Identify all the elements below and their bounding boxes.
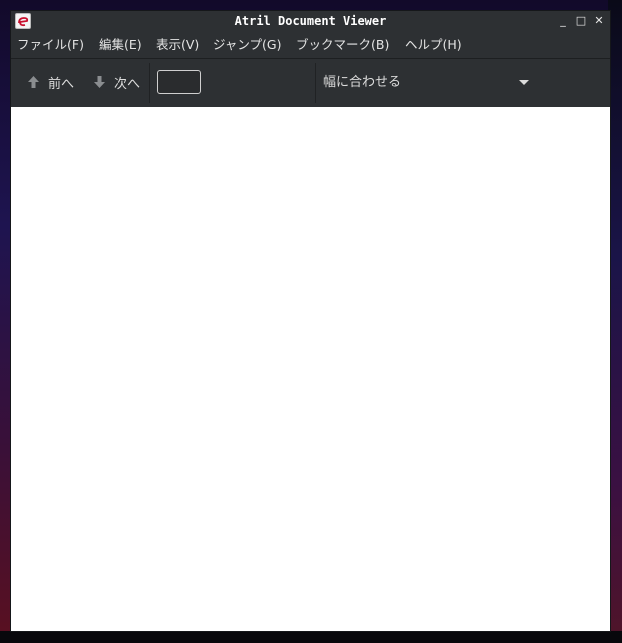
chevron-down-icon bbox=[519, 80, 529, 85]
atril-window: Atril Document Viewer _ □ ✕ ファイル(F) 編集(E… bbox=[10, 10, 611, 632]
menu-edit[interactable]: 編集(E) bbox=[99, 37, 142, 53]
toolbar: 前へ 次へ 幅に合わせる bbox=[11, 59, 610, 107]
arrow-up-icon bbox=[28, 76, 39, 88]
menu-view[interactable]: 表示(V) bbox=[156, 37, 199, 53]
close-icon[interactable]: ✕ bbox=[592, 14, 606, 28]
zoom-selected-value: 幅に合わせる bbox=[323, 75, 402, 90]
toolbar-separator bbox=[315, 63, 316, 103]
document-view[interactable] bbox=[11, 107, 610, 631]
titlebar[interactable]: Atril Document Viewer _ □ ✕ bbox=[11, 11, 610, 32]
menubar: ファイル(F) 編集(E) 表示(V) ジャンプ(G) ブックマーク(B) ヘル… bbox=[11, 32, 610, 59]
zoom-select[interactable]: 幅に合わせる bbox=[323, 71, 529, 95]
toolbar-separator bbox=[149, 63, 150, 103]
arrow-down-icon bbox=[94, 76, 105, 88]
minimize-icon[interactable]: _ bbox=[556, 14, 570, 28]
page-number-input[interactable] bbox=[157, 70, 201, 94]
maximize-icon[interactable]: □ bbox=[574, 14, 588, 28]
previous-page-label: 前へ bbox=[48, 76, 75, 92]
next-page-button[interactable]: 次へ bbox=[93, 71, 140, 93]
menu-go[interactable]: ジャンプ(G) bbox=[213, 37, 281, 53]
desktop-taskbar-edge bbox=[0, 631, 622, 643]
menu-help[interactable]: ヘルプ(H) bbox=[405, 37, 462, 53]
window-title: Atril Document Viewer bbox=[234, 14, 387, 28]
next-page-label: 次へ bbox=[114, 76, 141, 92]
menu-bookmarks[interactable]: ブックマーク(B) bbox=[296, 37, 389, 53]
menu-file[interactable]: ファイル(F) bbox=[17, 37, 84, 53]
previous-page-button[interactable]: 前へ bbox=[27, 71, 74, 93]
